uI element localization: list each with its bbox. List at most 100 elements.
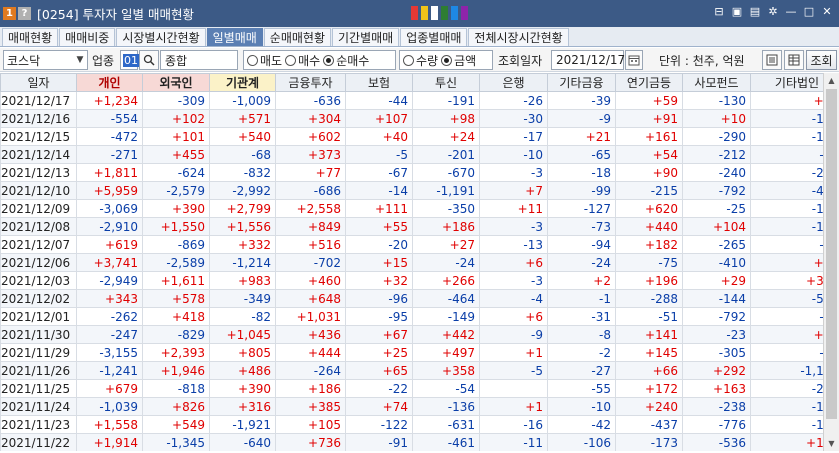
link-color-swatch[interactable] [411, 6, 418, 20]
value-cell: +1,045 [209, 325, 276, 344]
value-cell: -1,191 [412, 181, 480, 200]
column-header[interactable]: 일자 [0, 73, 77, 92]
value-cell: -66 [750, 307, 823, 326]
scroll-down-icon[interactable]: ▼ [824, 436, 839, 451]
table-row[interactable]: 2021/12/15 -472 +101 +540 +602 +40 +24 -17 +21 +1… [0, 127, 823, 146]
radio-buy-dot[interactable] [285, 54, 297, 66]
value-cell: +620 [615, 199, 683, 218]
scroll-up-icon[interactable]: ▲ [824, 73, 839, 88]
query-button[interactable]: 조회 [806, 50, 837, 70]
value-cell: -461 [412, 433, 480, 451]
column-header[interactable]: 금융투자 [275, 73, 346, 92]
chevron-down-icon[interactable]: ▼ [73, 51, 87, 69]
column-header[interactable]: 보험 [345, 73, 413, 92]
table-row[interactable]: 2021/12/16 -554 +102 +571 +304 +107 +98 -30 -9 +9… [0, 109, 823, 128]
value-cell: +1,550 [142, 217, 210, 236]
value-cell: -3 [479, 271, 548, 290]
radio-sell[interactable]: 매도 [247, 52, 282, 69]
radio-quantity[interactable]: 수량 [403, 52, 438, 69]
radio-sell-dot[interactable] [247, 54, 258, 66]
value-cell: -65 [750, 343, 823, 362]
column-header[interactable]: 연기금등 [615, 73, 683, 92]
value-cell: -8 [547, 325, 616, 344]
table-row[interactable]: 2021/12/10 +5,959 -2,579 -2,992 -686 -14 -1,19… [0, 181, 823, 200]
window-split-icon[interactable]: ⊟ [713, 5, 725, 18]
close-icon[interactable]: ✕ [821, 5, 833, 18]
tab-5[interactable]: 순매매현황 [263, 28, 331, 46]
column-header[interactable]: 기타법인 [750, 73, 823, 92]
vertical-scrollbar[interactable]: ▲ ▼ [823, 73, 839, 451]
link-color-swatch[interactable] [451, 6, 458, 20]
radio-net-buy-dot[interactable] [323, 54, 335, 66]
column-header[interactable]: 기타금융 [547, 73, 616, 92]
window-number-badge[interactable]: 1 [3, 7, 16, 20]
table-row[interactable]: 2021/11/26 -1,241 +1,946 +486 -264 +65 +358 -5-… [0, 361, 823, 380]
table-row[interactable]: 2021/11/30 -247 -829 +1,045 +436 +67 +442 -9 -8 +… [0, 325, 823, 344]
help-badge[interactable]: ? [18, 7, 31, 20]
column-header[interactable]: 개인 [76, 73, 143, 92]
radio-amount[interactable]: 금액 [441, 52, 476, 69]
query-date-input[interactable]: 2021/12/17 [551, 50, 625, 70]
table-row[interactable]: 2021/11/29 -3,155 +2,393 +805 +444 +25 +497 +1-… [0, 343, 823, 362]
value-cell: +91 [615, 109, 683, 128]
table-row[interactable]: 2021/11/23 +1,558 +549 -1,921 +105 -122 -631 -1… [0, 415, 823, 434]
query-date-label: 조회일자 [498, 53, 543, 68]
column-header[interactable]: 투신 [412, 73, 480, 92]
radio-amount-dot[interactable] [441, 54, 453, 66]
column-header[interactable]: 사모펀드 [682, 73, 751, 92]
table-row[interactable]: 2021/12/17 +1,234 -309 -1,009 -636 -44 -191 -26… [0, 91, 823, 110]
table-row[interactable]: 2021/12/09 -3,069 +390 +2,799 +2,558 +111 -350… [0, 199, 823, 218]
link-color-swatch[interactable] [431, 6, 438, 20]
tab-2[interactable]: 매매비중 [59, 28, 116, 46]
table-row[interactable]: 2021/12/13 +1,811 -624 -832 +77 -67 -670 -3 -18 +… [0, 163, 823, 182]
table-row[interactable]: 2021/11/24 -1,039 +826 +316 +385 +74 -136 +1 -10… [0, 397, 823, 416]
tab-8[interactable]: 전체시장시간현황 [468, 28, 569, 46]
table-row[interactable]: 2021/12/01 -262 +418 -82 +1,031 -95 -149 +6 -31-… [0, 307, 823, 326]
value-cell: +15 [345, 253, 413, 272]
link-color-swatch[interactable] [421, 6, 428, 20]
link-color-swatches[interactable] [411, 6, 468, 20]
scrollbar-thumb[interactable] [826, 89, 837, 419]
link-color-swatch[interactable] [461, 6, 468, 20]
tab-3[interactable]: 시장별시간현황 [116, 28, 206, 46]
maximize-icon[interactable]: □ [803, 5, 815, 18]
link-color-swatch[interactable] [441, 6, 448, 20]
table-row[interactable]: 2021/12/03 -2,949 +1,611 +983 +460 +32 +266 -3 +… [0, 271, 823, 290]
date-cell: 2021/12/02 [0, 289, 77, 308]
excel-export-button[interactable] [784, 50, 804, 70]
column-header[interactable]: 은행 [479, 73, 548, 92]
table-row[interactable]: 2021/12/07 +619 -869 +332 +516 -20 +27 -13 -94 +1… [0, 235, 823, 254]
radio-net-buy[interactable]: 순매수 [323, 52, 369, 69]
minimize-icon[interactable]: — [785, 5, 797, 18]
value-cell: +111 [345, 199, 413, 218]
table-row[interactable]: 2021/11/22 +1,914 -1,345 -640 +736 -91 -461 -11… [0, 433, 823, 451]
value-cell: +516 [275, 235, 346, 254]
tab-6[interactable]: 기간별매매 [332, 28, 400, 46]
print-icon[interactable]: ▤ [749, 5, 761, 18]
tab-7[interactable]: 업종별매매 [400, 28, 468, 46]
column-header[interactable]: 기관계 [209, 73, 276, 92]
tab-4[interactable]: 일별매매 [206, 28, 263, 46]
table-row[interactable]: 2021/12/02 +343 +578 -349 +648 -96 -464 -4 -1 -28… [0, 289, 823, 308]
save-icon[interactable]: ▣ [731, 5, 743, 18]
table-row[interactable]: 2021/12/14 -271 +455 -68 +373 -5 -201 -10 -65 +54… [0, 145, 823, 164]
calendar-button[interactable] [625, 50, 643, 70]
column-header[interactable]: 외국인 [142, 73, 210, 92]
value-cell: +805 [209, 343, 276, 362]
tab-1[interactable]: 매매현황 [2, 28, 59, 46]
list-view-button[interactable] [762, 50, 782, 70]
value-cell: -11 [479, 433, 548, 451]
table-row[interactable]: 2021/12/06 +3,741 -2,589 -1,214 -702 +15 -24 +6… [0, 253, 823, 272]
value-cell: +25 [345, 343, 413, 362]
table-row[interactable]: 2021/12/08 -2,910 +1,550 +1,556 +849 +55 +186-… [0, 217, 823, 236]
radio-buy[interactable]: 매수 [285, 52, 320, 69]
sector-search-button[interactable] [139, 50, 159, 70]
market-select[interactable]: 코스닥 ▼ [3, 50, 88, 70]
value-cell: +390 [209, 379, 276, 398]
value-cell: -1,214 [209, 253, 276, 272]
radio-quantity-dot[interactable] [403, 54, 414, 66]
sector-code-input[interactable]: 01 [120, 50, 139, 70]
value-cell: -869 [142, 235, 210, 254]
table-row[interactable]: 2021/11/25 +679 -818 +390 +186 -22 -54 -55 +172 +… [0, 379, 823, 398]
settings-icon[interactable]: ✲ [767, 5, 779, 18]
